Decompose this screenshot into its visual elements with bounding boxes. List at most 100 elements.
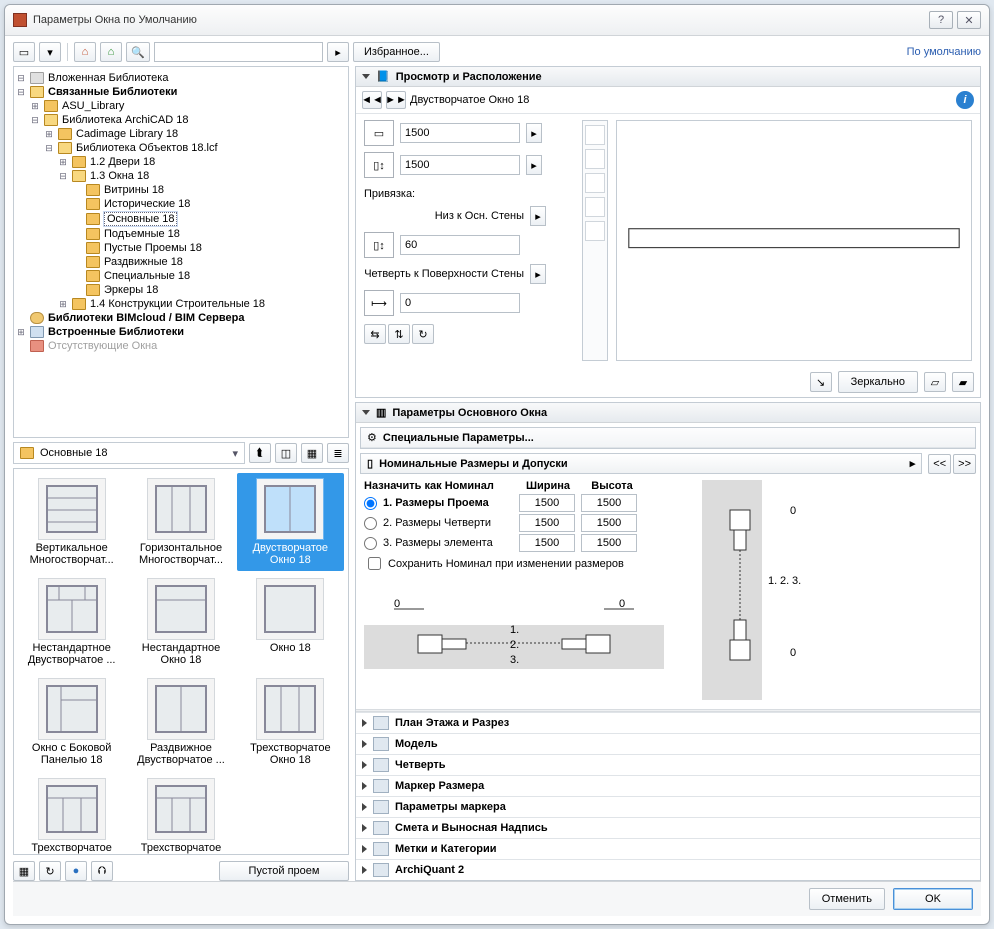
tree-node[interactable]: ⊟Вложенная Библиотека	[16, 71, 346, 85]
collapsed-panel-header[interactable]: Метки и Категории	[356, 838, 980, 859]
collapsed-panel-header[interactable]: Параметры маркера	[356, 796, 980, 817]
rotate-button[interactable]: ↻	[412, 324, 434, 344]
tree-node[interactable]: Основные 18	[16, 211, 346, 227]
view-elev-button[interactable]	[585, 173, 605, 193]
tree-node[interactable]: Исторические 18	[16, 197, 346, 211]
width-input[interactable]	[400, 123, 520, 143]
page-prev-button[interactable]: <<	[928, 454, 951, 474]
mirror-button[interactable]: Зеркально	[838, 371, 918, 393]
tree-node[interactable]: ⊞ Встроенные Библиотеки	[16, 325, 346, 339]
tree-node[interactable]: ⊟ 1.3 Окна 18	[16, 169, 346, 183]
r2-w-input[interactable]	[519, 514, 575, 532]
expand-icon[interactable]: ⊟	[58, 171, 68, 181]
collapsed-panel-header[interactable]: Модель	[356, 733, 980, 754]
view-large-icon[interactable]: ◫	[275, 443, 297, 463]
view-side-button[interactable]	[585, 197, 605, 217]
tree-label[interactable]: 1.3 Окна 18	[90, 170, 149, 182]
ok-button[interactable]: OK	[893, 888, 973, 910]
anchor1-input[interactable]	[400, 235, 520, 255]
lib-manager-button[interactable]: ▦	[13, 861, 35, 881]
tree-node[interactable]: Библиотеки BIMcloud / BIM Сервера	[16, 311, 346, 325]
tree-node[interactable]: Специальные 18	[16, 269, 346, 283]
r3-w-input[interactable]	[519, 534, 575, 552]
help-button[interactable]: ?	[929, 11, 953, 29]
empty-opening-button[interactable]: Пустой проем	[219, 861, 349, 881]
door-swing-b-button[interactable]: ▰	[952, 372, 974, 392]
view-mode-button[interactable]: ▭	[13, 42, 35, 62]
expand-icon[interactable]: ⊞	[58, 157, 68, 167]
expand-icon[interactable]: ⊞	[30, 101, 40, 111]
collapsed-panel-header[interactable]: План Этажа и Разрез	[356, 712, 980, 733]
r1-w-input[interactable]	[519, 494, 575, 512]
gallery-item[interactable]: ТрехстворчатоеОкно с Фрамуго...	[127, 773, 234, 855]
preview-panel-header[interactable]: 📘 Просмотр и Расположение	[356, 67, 980, 87]
tree-node[interactable]: ⊞ 1.2 Двери 18	[16, 155, 346, 169]
tree-node[interactable]: Пустые Проемы 18	[16, 241, 346, 255]
search-input[interactable]	[154, 42, 323, 62]
search-go-button[interactable]: ▸	[327, 42, 349, 62]
tree-label[interactable]: Пустые Проемы 18	[104, 242, 202, 254]
tree-label[interactable]: Связанные Библиотеки	[48, 86, 177, 98]
r3-h-input[interactable]	[581, 534, 637, 552]
gallery-item[interactable]: ДвустворчатоеОкно 18	[237, 473, 344, 571]
gallery-item[interactable]: Окно с БоковойПанелью 18	[18, 673, 125, 771]
view-list-icon[interactable]: ≣	[327, 443, 349, 463]
tree-label[interactable]: Подъемные 18	[104, 228, 180, 240]
library-icon-b[interactable]: ⌂	[100, 42, 122, 62]
tree-node[interactable]: ⊞1.4 Конструкции Строительные 18	[16, 297, 346, 311]
preview-canvas[interactable]	[616, 120, 972, 361]
collapsed-panel-header[interactable]: ArchiQuant 2	[356, 859, 980, 880]
dropdown-button[interactable]: ▾	[39, 42, 61, 62]
opening-dir-icon[interactable]: ↘	[810, 372, 832, 392]
search-icon[interactable]: 🔍	[126, 42, 150, 62]
nav-next-button[interactable]: ►►	[386, 91, 406, 109]
radio-reveal-size[interactable]	[364, 517, 377, 530]
tree-label[interactable]: Отсутствующие Окна	[48, 340, 157, 352]
library-icon-a[interactable]: ⌂	[74, 42, 96, 62]
tree-label[interactable]: ASU_Library	[62, 100, 124, 112]
expand-icon[interactable]: ⊞	[16, 327, 26, 337]
tree-node[interactable]: Раздвижные 18	[16, 255, 346, 269]
info-button[interactable]: i	[956, 91, 974, 109]
collapsed-panel-header[interactable]: Маркер Размера	[356, 775, 980, 796]
nav-prev-button[interactable]: ◄◄	[362, 91, 382, 109]
anchor2-input[interactable]	[400, 293, 520, 313]
gallery-item[interactable]: НестандартноеОкно 18	[127, 573, 234, 671]
special-params-header[interactable]: ⚙ Специальные Параметры...	[361, 428, 975, 448]
web-button[interactable]: ●	[65, 861, 87, 881]
radio-opening-size[interactable]	[364, 497, 377, 510]
tree-label[interactable]: Раздвижные 18	[104, 256, 183, 268]
tree-label[interactable]: 1.2 Двери 18	[90, 156, 155, 168]
flip-v-button[interactable]: ⇅	[388, 324, 410, 344]
expand-icon[interactable]: ⊟	[16, 87, 26, 97]
height-input[interactable]	[400, 155, 520, 175]
restore-defaults-link[interactable]: По умолчанию	[907, 46, 981, 58]
gallery-item[interactable]: Окно 18	[237, 573, 344, 671]
tree-label[interactable]: Исторические 18	[104, 198, 190, 210]
view-2d-button[interactable]	[585, 125, 605, 145]
library-tree[interactable]: ⊟Вложенная Библиотека⊟Связанные Библиоте…	[13, 66, 349, 438]
tree-label[interactable]: Встроенные Библиотеки	[48, 326, 184, 338]
tree-label[interactable]: Библиотека ArchiCAD 18	[62, 114, 188, 126]
page-next-button[interactable]: >>	[953, 454, 976, 474]
gallery-item[interactable]: НестандартноеДвустворчатое ...	[18, 573, 125, 671]
cancel-button[interactable]: Отменить	[809, 888, 885, 910]
collapsed-panel-header[interactable]: Четверть	[356, 754, 980, 775]
tree-label[interactable]: Эркеры 18	[104, 284, 158, 296]
close-button[interactable]: ✕	[957, 11, 981, 29]
tree-node[interactable]: ⊟ Библиотека ArchiCAD 18	[16, 113, 346, 127]
home-button[interactable]: ⮉	[91, 861, 113, 881]
gallery-item[interactable]: ТрехстворчатоеОкно с Фрамуга...	[18, 773, 125, 855]
tab-nominal-sizes[interactable]: ▯ Номинальные Размеры и Допуски ▸	[360, 453, 922, 474]
expand-icon[interactable]: ⊟	[30, 115, 40, 125]
tree-label[interactable]: Библиотека Объектов 18.lcf	[76, 142, 218, 154]
gallery-item[interactable]: РаздвижноеДвустворчатое ...	[127, 673, 234, 771]
tree-node[interactable]: ⊞ ASU_Library	[16, 99, 346, 113]
tree-node[interactable]: Витрины 18	[16, 183, 346, 197]
expand-icon[interactable]: ⊟	[44, 143, 54, 153]
up-folder-button[interactable]: ⮬	[249, 443, 271, 463]
tree-label[interactable]: Основные 18	[104, 212, 177, 226]
params-panel-header[interactable]: ▥ Параметры Основного Окна	[356, 403, 980, 423]
expand-icon[interactable]: ⊟	[16, 73, 26, 83]
width-stepper[interactable]: ▸	[526, 123, 542, 143]
